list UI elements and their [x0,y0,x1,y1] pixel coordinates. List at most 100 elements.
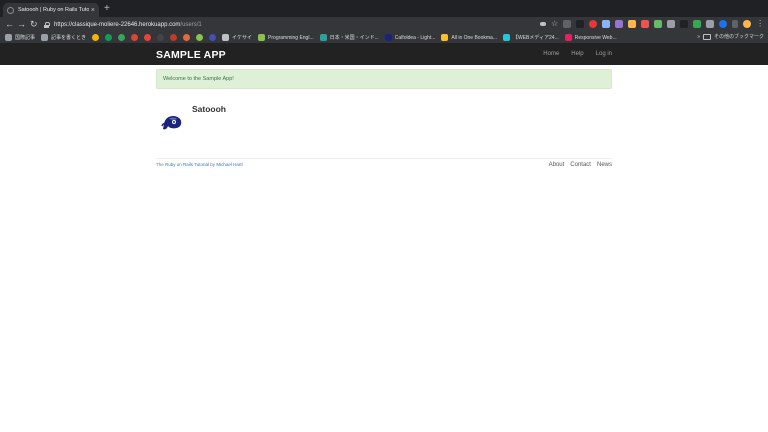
bookmark-item[interactable]: Programming Engl... [258,34,314,41]
nav-login-link[interactable]: Log in [596,51,612,57]
extension-icon[interactable] [680,20,689,28]
bookmark-item[interactable] [157,34,165,41]
star-icon[interactable]: ☆ [551,20,558,28]
browser-tab-strip: Satoooh | Ruby on Rails Tutorial Sample … [0,0,768,17]
bookmark-favicon-icon [41,34,49,41]
bookmark-item[interactable]: 国際記事 [5,34,35,41]
back-button[interactable]: ← [5,18,14,31]
flash-success: Welcome to the Sample App! [156,69,612,89]
bookmark-item[interactable] [118,34,126,41]
new-tab-button[interactable]: + [104,3,110,15]
bookmark-item[interactable]: All in One Bookma... [441,34,497,41]
footer-news-link[interactable]: News [597,162,612,168]
bookmark-item[interactable] [144,34,152,41]
bookmark-favicon-icon [384,34,392,41]
bookmark-favicon-icon [5,34,12,41]
bookmark-favicon-icon [222,34,230,41]
extension-icon[interactable] [589,20,598,28]
extensions-puzzle-icon[interactable] [732,20,739,28]
tab-favicon-icon [7,6,14,14]
extension-icon[interactable] [667,20,676,28]
footer-contact-link[interactable]: Contact [570,162,591,168]
extensions-row: ☆ ⋮ [540,20,764,28]
tab-title: Satoooh | Ruby on Rails Tutorial Sample … [18,7,89,13]
bookmark-label: 国際記事 [15,35,36,41]
bookmark-label: Calfoldea - Light... [394,34,436,41]
bookmark-item[interactable] [196,34,204,41]
bookmark-item[interactable] [92,34,100,41]
bookmark-favicon-icon [131,34,139,41]
avatar-icon[interactable] [743,20,752,28]
nav-help-link[interactable]: Help [571,51,583,57]
bookmark-label: All in One Bookma... [451,34,497,41]
footer-nav: About Contact News [549,162,612,168]
bookmark-item[interactable]: 記事を書くとき [41,34,86,41]
bookmarks-bar: 国際記事 記事を書くとき イケサイ Programming Engl... 日本・米国・… [0,32,768,44]
extension-icon[interactable] [576,20,585,28]
footer-about-link[interactable]: About [549,162,565,168]
bookmark-favicon-icon [183,34,191,41]
extension-icon[interactable] [706,20,715,28]
bookmark-item[interactable] [105,34,113,41]
footer-credit: The Ruby on Rails Tutorial by Michael Ha… [156,162,243,167]
site-header: SAMPLE APP Home Help Log in [0,44,768,65]
other-bookmarks-label: その他のブックマーク [713,34,764,40]
user-name-heading: Satoooh [192,104,226,114]
bookmark-favicon-icon [118,34,126,41]
extension-icon[interactable] [641,20,650,28]
bookmark-favicon-icon [258,34,266,41]
bookmark-item[interactable]: イケサイ [222,34,252,41]
profile-icon[interactable] [719,20,728,28]
bookmark-label: イケサイ [232,35,253,41]
url-path: /users/1 [180,21,202,28]
bookmark-item[interactable]: 日本・米国・インド... [319,34,379,41]
author-link[interactable]: Michael Hartl [216,162,242,167]
bookmark-item[interactable]: Calfoldea - Light... [384,34,436,41]
lock-icon [44,21,50,28]
site-logo[interactable]: SAMPLE APP [156,49,226,61]
bookmark-favicon-icon [144,34,152,41]
menu-icon[interactable]: ⋮ [756,20,764,28]
bookmark-item[interactable]: Responsive Web... [564,34,617,41]
extension-icon[interactable] [615,20,624,28]
tutorial-link[interactable]: Ruby on Rails Tutorial [165,162,209,167]
tab-close-icon[interactable]: × [91,7,95,14]
browser-toolbar: ← → ↻ https://classique-moliere-22646.he… [0,17,768,32]
bookmark-label: Programming Engl... [268,34,314,41]
extension-icon[interactable] [563,20,572,28]
key-icon[interactable] [540,22,546,26]
bookmark-favicon-icon [92,34,100,41]
bookmark-item[interactable] [170,34,178,41]
footer-divider [156,158,612,159]
extension-icon[interactable] [693,20,702,28]
extension-icon[interactable] [654,20,663,28]
bookmark-item[interactable] [209,34,217,41]
bookmark-item[interactable] [131,34,139,41]
bookmark-label: 【WEBメディア24... [512,35,559,41]
bookmark-item[interactable] [183,34,191,41]
url-host: https://classique-moliere-22646.herokuap… [54,21,181,28]
forward-button[interactable]: → [17,18,26,31]
folder-icon [702,33,711,40]
bookmark-item[interactable]: 【WEBメディア24... [502,34,559,41]
bookmark-favicon-icon [157,34,165,41]
bookmark-favicon-icon [441,34,449,41]
extension-icon[interactable] [602,20,611,28]
url-text: https://classique-moliere-22646.herokuap… [54,22,202,28]
other-bookmarks[interactable]: » その他のブックマーク [697,33,764,40]
bookmark-label: 記事を書くとき [51,35,87,41]
address-bar[interactable]: https://classique-moliere-22646.herokuap… [44,19,554,30]
bookmark-favicon-icon [564,34,572,41]
browser-tab[interactable]: Satoooh | Ruby on Rails Tutorial Sample … [3,3,99,17]
bookmark-favicon-icon [319,34,327,41]
extension-icon[interactable] [628,20,637,28]
bookmark-favicon-icon [105,34,113,41]
site-nav: Home Help Log in [543,51,612,57]
nav-home-link[interactable]: Home [543,51,559,57]
bookmark-favicon-icon [170,34,178,41]
bookmark-label: Responsive Web... [574,34,617,41]
bookmarks-overflow[interactable]: » [697,34,700,40]
bookmark-favicon-icon [196,34,204,41]
gravatar-avatar-icon[interactable] [160,110,184,134]
reload-button[interactable]: ↻ [30,18,38,31]
